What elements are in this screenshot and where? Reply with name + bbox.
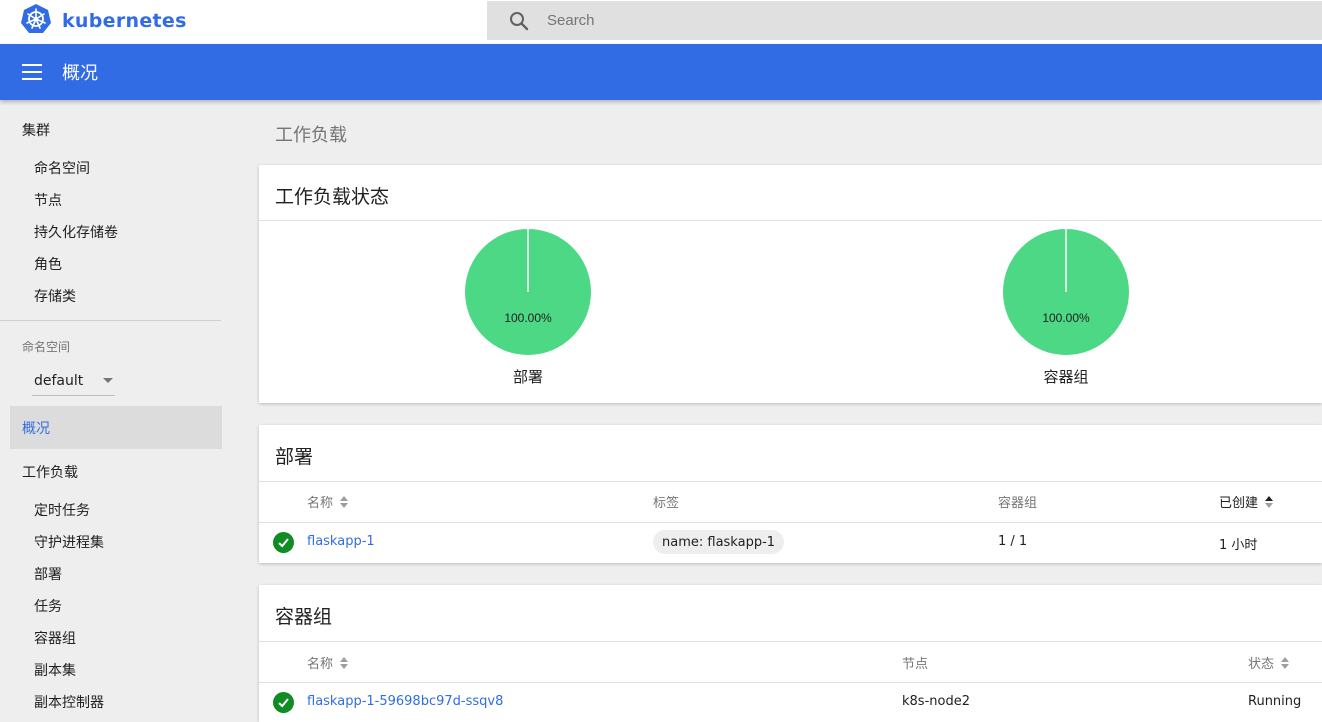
brand[interactable]: kubernetes <box>20 4 187 38</box>
sidebar-item-overview-label: 概况 <box>22 420 50 437</box>
label-chip: name: flaskapp-1 <box>653 530 785 554</box>
sidebar-item-deployments[interactable]: 部署 <box>34 564 62 584</box>
column-header-pods: 容器组 <box>998 496 1038 511</box>
pod-name-link[interactable]: flaskapp-1-59698bc97d-ssqv8 <box>307 694 503 709</box>
sidebar-item-cron-jobs[interactable]: 定时任务 <box>34 500 90 520</box>
pods-count: 1 / 1 <box>998 534 1028 549</box>
row-divider <box>259 522 1322 523</box>
pods-status-chart: 100.00% 容器组 <box>966 228 1166 387</box>
pie-chart: 100.00% <box>465 229 591 355</box>
sidebar-item-storage-classes[interactable]: 存储类 <box>34 286 76 306</box>
sidebar-item-jobs[interactable]: 任务 <box>34 596 62 616</box>
pie-chart-label: 容器组 <box>1043 368 1089 386</box>
sidebar: 集群 命名空间 节点 持久化存储卷 角色 存储类 命名空间 default 概况… <box>0 100 237 722</box>
deployments-card: 部署 名称 标签 容器组 已创建 flaskapp-1 name: flaska… <box>259 425 1322 563</box>
sidebar-item-namespaces[interactable]: 命名空间 <box>34 158 90 178</box>
deployment-name-link[interactable]: flaskapp-1 <box>307 534 375 549</box>
sidebar-item-roles[interactable]: 角色 <box>34 254 62 274</box>
pie-percent-label: 100.00% <box>504 311 552 325</box>
check-circle-icon <box>273 532 294 553</box>
column-header-label: 已创建 <box>1219 496 1259 511</box>
namespace-label: 命名空间 <box>22 340 71 354</box>
sidebar-divider <box>0 320 221 321</box>
namespace-select-value: default <box>34 372 84 389</box>
card-divider <box>259 220 1322 221</box>
sidebar-item-overview[interactable]: 概况 <box>10 406 222 449</box>
search-bar[interactable] <box>487 1 1322 40</box>
chevron-down-icon <box>103 378 113 383</box>
pie-chart-label: 部署 <box>512 368 543 386</box>
column-header-node: 节点 <box>902 657 929 672</box>
column-header-labels: 标签 <box>653 496 680 511</box>
pod-status: Running <box>1248 694 1302 709</box>
sort-icon[interactable] <box>1265 495 1274 508</box>
check-circle-icon <box>273 692 294 713</box>
column-header-name[interactable]: 名称 <box>307 653 349 672</box>
column-header-label: 名称 <box>307 657 334 672</box>
sidebar-item-replication-controllers[interactable]: 副本控制器 <box>34 692 104 712</box>
sidebar-item-pods[interactable]: 容器组 <box>34 628 76 648</box>
namespace-select[interactable]: default <box>32 366 115 396</box>
app-bar: 概况 <box>0 44 1322 100</box>
pie-chart: 100.00% <box>1003 229 1129 355</box>
workload-status-card: 工作负载状态 100.00% 部署 100.00% 容器组 <box>259 165 1322 403</box>
card-title: 容器组 <box>275 606 333 628</box>
column-header-created[interactable]: 已创建 <box>1219 492 1274 511</box>
column-header-label: 名称 <box>307 496 334 511</box>
sidebar-item-replica-sets[interactable]: 副本集 <box>34 660 76 680</box>
search-icon[interactable] <box>508 10 530 32</box>
sidebar-section-workloads[interactable]: 工作负载 <box>22 462 78 482</box>
sidebar-item-nodes[interactable]: 节点 <box>34 190 62 210</box>
sidebar-section-cluster[interactable]: 集群 <box>22 120 50 140</box>
sort-icon[interactable] <box>1281 656 1290 669</box>
sidebar-item-persistent-volumes[interactable]: 持久化存储卷 <box>34 222 118 242</box>
kubernetes-logo-icon <box>20 3 52 39</box>
pie-percent-label: 100.00% <box>1042 311 1090 325</box>
page-title: 概况 <box>62 63 98 84</box>
card-title: 工作负载状态 <box>275 186 390 208</box>
pod-node: k8s-node2 <box>902 694 970 709</box>
top-bar: kubernetes <box>0 0 1322 44</box>
sort-icon[interactable] <box>340 656 349 669</box>
sidebar-item-daemon-sets[interactable]: 守护进程集 <box>34 532 104 552</box>
deployments-status-chart: 100.00% 部署 <box>428 228 628 387</box>
column-header-status[interactable]: 状态 <box>1248 653 1290 672</box>
card-title: 部署 <box>275 446 314 468</box>
column-header-name[interactable]: 名称 <box>307 492 349 511</box>
menu-icon[interactable] <box>22 64 42 80</box>
created-age: 1 小时 <box>1219 538 1258 553</box>
search-input[interactable] <box>547 12 1247 29</box>
row-divider <box>259 682 1322 683</box>
brand-name: kubernetes <box>62 10 187 32</box>
card-divider <box>259 481 1322 482</box>
sort-icon[interactable] <box>340 495 349 508</box>
card-divider <box>259 641 1322 642</box>
pods-card: 容器组 名称 节点 状态 flaskapp-1-59698bc97d-ssqv8… <box>259 585 1322 722</box>
section-heading: 工作负载 <box>275 125 347 146</box>
column-header-label: 状态 <box>1248 657 1275 672</box>
